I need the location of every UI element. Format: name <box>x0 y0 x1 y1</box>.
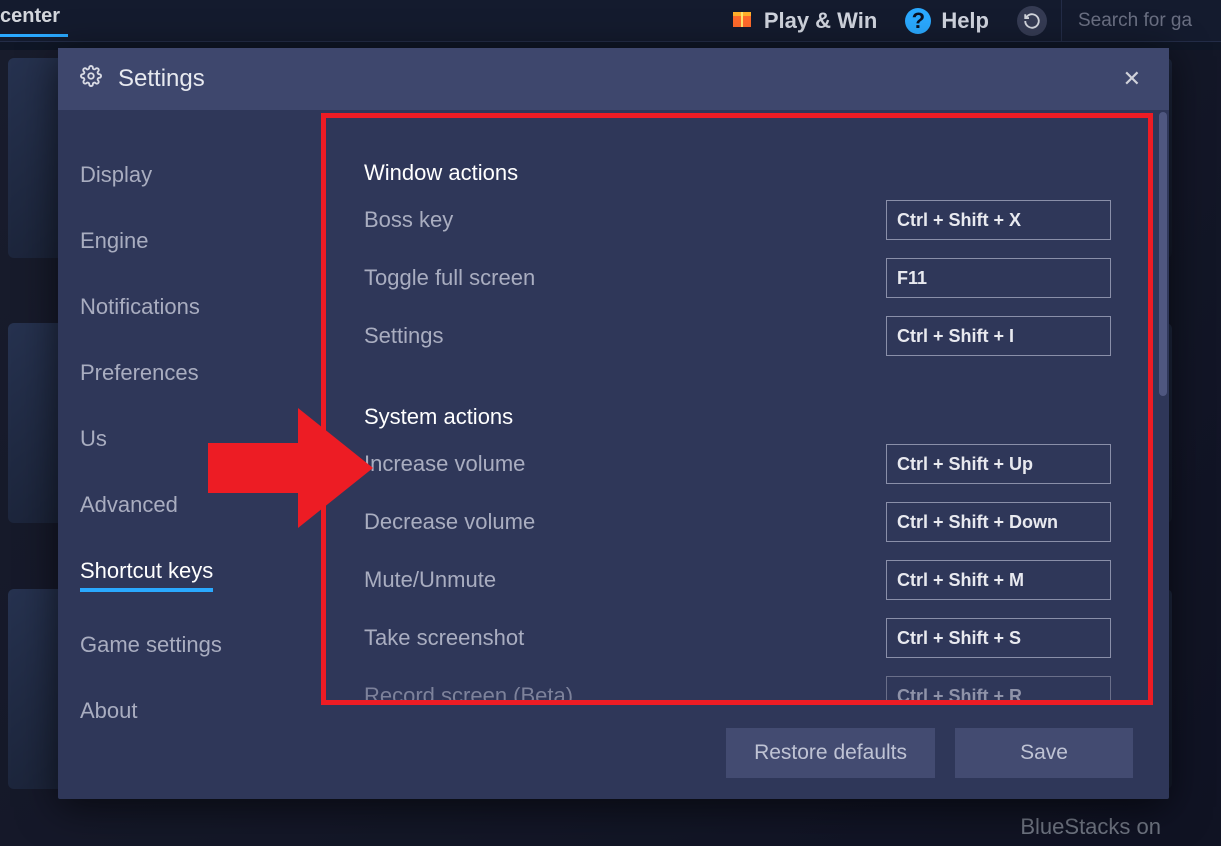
restore-defaults-button[interactable]: Restore defaults <box>726 728 935 778</box>
modal-header: Settings ✕ <box>58 48 1169 110</box>
sidebar-item-display[interactable]: Display <box>80 162 152 188</box>
help-label: Help <box>941 8 989 34</box>
content-wrap: Window actions Boss key Toggle full scre… <box>318 110 1169 707</box>
row-decrease-volume: Decrease volume <box>364 502 1111 542</box>
label-settings-shortcut: Settings <box>364 323 444 349</box>
search-input[interactable]: Search for ga <box>1061 0 1221 42</box>
help-icon: ? <box>905 8 931 34</box>
reload-button[interactable] <box>1017 6 1047 36</box>
input-boss-key[interactable] <box>886 200 1111 240</box>
settings-modal: Settings ✕ Display Engine Notifications … <box>58 48 1169 799</box>
row-toggle-fullscreen: Toggle full screen <box>364 258 1111 298</box>
row-settings-shortcut: Settings <box>364 316 1111 356</box>
scrollbar[interactable] <box>1159 112 1167 396</box>
input-toggle-fullscreen[interactable] <box>886 258 1111 298</box>
input-mute-unmute[interactable] <box>886 560 1111 600</box>
section-system-actions: System actions <box>364 404 1111 430</box>
row-take-screenshot: Take screenshot <box>364 618 1111 658</box>
label-decrease-volume: Decrease volume <box>364 509 535 535</box>
help-button[interactable]: ? Help <box>905 8 989 34</box>
input-increase-volume[interactable] <box>886 444 1111 484</box>
sidebar-item-shortcut-keys[interactable]: Shortcut keys <box>80 558 213 592</box>
play-win-button[interactable]: Play & Win <box>730 6 878 36</box>
input-decrease-volume[interactable] <box>886 502 1111 542</box>
section-window-actions: Window actions <box>364 160 1111 186</box>
gift-icon <box>730 6 754 36</box>
sidebar-item-user[interactable]: Us <box>80 426 107 452</box>
gear-icon <box>80 65 102 93</box>
row-mute-unmute: Mute/Unmute <box>364 560 1111 600</box>
modal-footer: Restore defaults Save <box>58 707 1169 799</box>
app-topbar: center Play & Win ? Help Search for ga <box>0 0 1221 42</box>
label-record-screen: Record screen (Beta) <box>364 683 573 705</box>
sidebar-item-preferences[interactable]: Preferences <box>80 360 199 386</box>
sidebar-item-engine[interactable]: Engine <box>80 228 149 254</box>
row-record-screen: Record screen (Beta) <box>364 676 1111 705</box>
play-win-label: Play & Win <box>764 8 878 34</box>
label-take-screenshot: Take screenshot <box>364 625 524 651</box>
shortcut-keys-panel: Window actions Boss key Toggle full scre… <box>318 110 1157 705</box>
tab-center[interactable]: center <box>0 5 68 37</box>
sidebar-item-advanced[interactable]: Advanced <box>80 492 178 518</box>
input-take-screenshot[interactable] <box>886 618 1111 658</box>
search-placeholder: Search for ga <box>1078 10 1192 32</box>
label-boss-key: Boss key <box>364 207 453 233</box>
modal-body: Display Engine Notifications Preferences… <box>58 110 1169 707</box>
row-boss-key: Boss key <box>364 200 1111 240</box>
label-increase-volume: Increase volume <box>364 451 525 477</box>
row-increase-volume: Increase volume <box>364 444 1111 484</box>
sidebar-item-game-settings[interactable]: Game settings <box>80 632 222 658</box>
sidebar-item-notifications[interactable]: Notifications <box>80 294 200 320</box>
modal-title: Settings <box>118 65 205 93</box>
input-settings-shortcut[interactable] <box>886 316 1111 356</box>
input-record-screen[interactable] <box>886 676 1111 705</box>
label-mute-unmute: Mute/Unmute <box>364 567 496 593</box>
background-caption: BlueStacks on <box>1020 814 1161 840</box>
label-toggle-fullscreen: Toggle full screen <box>364 265 535 291</box>
settings-sidebar: Display Engine Notifications Preferences… <box>58 110 318 707</box>
close-button[interactable]: ✕ <box>1117 60 1147 98</box>
save-button[interactable]: Save <box>955 728 1133 778</box>
